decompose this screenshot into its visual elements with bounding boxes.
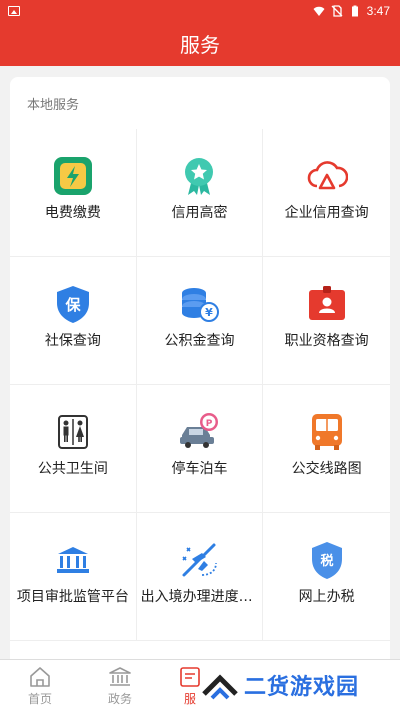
tab-label: 政务 [107, 692, 132, 706]
service-label: 公交线路图 [291, 461, 362, 477]
status-time: 3:47 [366, 4, 390, 18]
section-title: 本地服务 [27, 98, 80, 113]
bottom-tab-bar: 首页 政务 服 二货游戏园 [0, 659, 400, 711]
no-sim-icon [331, 5, 343, 17]
tab-label: 首页 [27, 692, 52, 706]
government-building-icon [56, 547, 89, 573]
svg-text:P: P [206, 419, 213, 429]
service-label: 公积金查询 [164, 333, 235, 349]
service-label: 公共卫生间 [37, 461, 108, 477]
watermark: 二货游戏园 [202, 665, 392, 705]
parking-car-icon: P [180, 413, 219, 448]
service-housing-fund[interactable]: ¥ 公积金查询 [136, 257, 264, 385]
id-badge-icon [308, 286, 345, 320]
battery-icon [351, 5, 358, 17]
tab-label: 服 [183, 692, 196, 706]
home-icon [30, 667, 50, 687]
local-services-card: 本地服务 电费缴费 信用高密 企业信用查询 保 社保查询 ¥ 公积金查询 职业资… [10, 77, 390, 677]
service-icon [180, 667, 200, 687]
tax-shield-icon: 税 [311, 542, 342, 579]
bus-icon [311, 414, 342, 450]
social-security-shield-icon: 保 [56, 286, 89, 323]
service-credit-gaomi[interactable]: 信用高密 [136, 129, 264, 257]
service-label: 网上办税 [298, 589, 355, 605]
status-bar: 3:47 [0, 0, 400, 24]
service-label: 社保查询 [44, 333, 101, 349]
government-icon [109, 667, 131, 686]
service-bus-routes[interactable]: 公交线路图 [263, 385, 390, 513]
service-qualification[interactable]: 职业资格查询 [263, 257, 390, 385]
tab-government[interactable]: 政务 [90, 666, 150, 707]
page-title: 服务 [0, 24, 400, 66]
chevron-up-logo-icon [202, 674, 238, 700]
watermark-text: 二货游戏园 [244, 675, 360, 700]
wifi-icon [313, 6, 325, 16]
services-grid: 电费缴费 信用高密 企业信用查询 保 社保查询 ¥ 公积金查询 职业资格查询 公… [10, 129, 390, 641]
service-label: 项目审批监管平台 [16, 589, 129, 605]
service-electricity-bill[interactable]: 电费缴费 [10, 129, 137, 257]
svg-text:¥: ¥ [206, 306, 214, 319]
svg-text:税: 税 [320, 553, 333, 569]
status-bar-right: 3:47 [313, 4, 390, 18]
service-label: 企业信用查询 [284, 205, 369, 221]
service-social-security[interactable]: 保 社保查询 [10, 257, 137, 385]
cloud-alert-icon [307, 161, 348, 190]
service-project-approval[interactable]: 项目审批监管平台 [10, 513, 137, 641]
service-parking[interactable]: P 停车泊车 [136, 385, 264, 513]
service-label: 电费缴费 [44, 205, 101, 221]
service-online-tax[interactable]: 税 网上办税 [263, 513, 390, 641]
service-label: 停车泊车 [171, 461, 228, 477]
service-label: 职业资格查询 [284, 333, 369, 349]
service-immigration-progress[interactable]: 出入境办理进度查… [136, 513, 264, 641]
electricity-bill-icon [53, 157, 92, 195]
service-enterprise-credit[interactable]: 企业信用查询 [263, 129, 390, 257]
svg-text:保: 保 [64, 296, 81, 314]
gallery-notification-icon [8, 6, 20, 16]
restroom-icon [57, 415, 88, 449]
immigration-plane-icon [182, 543, 218, 577]
service-label: 信用高密 [171, 205, 228, 221]
service-label: 出入境办理进度查… [140, 589, 263, 605]
fund-database-icon: ¥ [182, 288, 220, 322]
credit-medal-icon [185, 158, 214, 195]
service-public-restroom[interactable]: 公共卫生间 [10, 385, 137, 513]
tab-home[interactable]: 首页 [10, 666, 70, 707]
